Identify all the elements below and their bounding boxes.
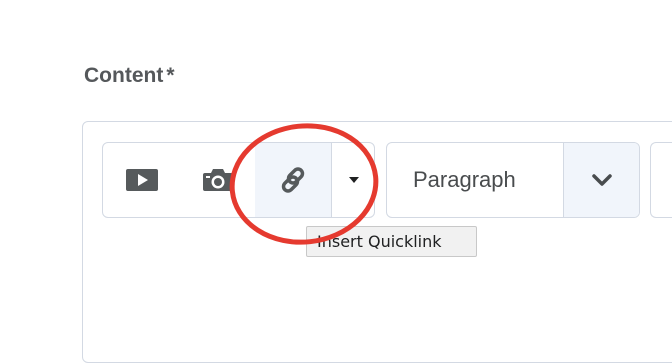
media-toolbar-group: [102, 142, 375, 218]
format-select[interactable]: Paragraph: [386, 142, 640, 218]
link-icon: [281, 167, 305, 193]
format-select-toggle[interactable]: [563, 143, 639, 217]
insert-image-button[interactable]: [181, 143, 255, 217]
format-select-value: Paragraph: [413, 167, 516, 192]
next-toolbar-group[interactable]: [650, 142, 672, 218]
caret-down-icon: [349, 177, 359, 183]
insert-quicklink-button[interactable]: [255, 143, 331, 217]
quicklink-tooltip: Insert Quicklink: [306, 226, 477, 257]
content-label: Content *: [84, 64, 175, 88]
required-marker: *: [166, 64, 175, 87]
content-label-text: Content: [84, 64, 164, 87]
camera-icon: [203, 169, 233, 191]
quicklink-options-dropdown[interactable]: [331, 143, 374, 217]
chevron-down-icon: [592, 174, 612, 186]
video-icon: [126, 169, 158, 191]
insert-video-button[interactable]: [103, 143, 181, 217]
